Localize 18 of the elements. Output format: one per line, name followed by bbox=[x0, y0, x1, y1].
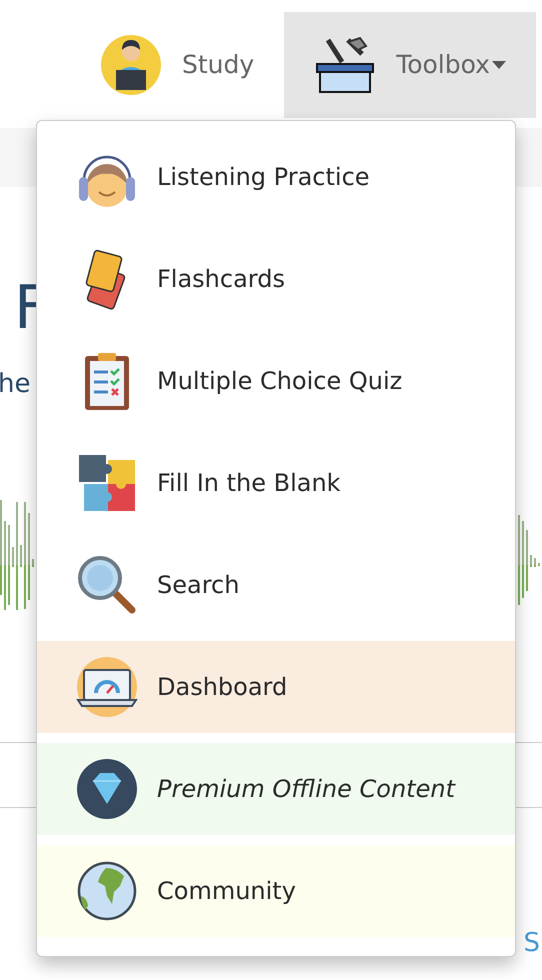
caret-icon bbox=[492, 61, 506, 69]
toolbox-icon bbox=[314, 34, 376, 96]
page-subtitle: he bbox=[0, 368, 30, 400]
menu-item[interactable]: Multiple Choice Quiz bbox=[37, 335, 515, 427]
menu-item[interactable]: Dashboard bbox=[37, 641, 515, 733]
menu-item[interactable]: Search bbox=[37, 539, 515, 631]
nav-tab[interactable]: Toolbox bbox=[284, 12, 536, 118]
globe-icon bbox=[76, 860, 138, 922]
menu-item[interactable]: Community bbox=[37, 845, 515, 937]
nav-tab[interactable]: Study bbox=[70, 12, 284, 118]
puzzle-icon bbox=[76, 452, 138, 514]
magnifier-icon bbox=[76, 554, 138, 616]
menu-item[interactable]: Fill In the Blank bbox=[37, 437, 515, 529]
menu-item[interactable]: Flashcards bbox=[37, 233, 515, 325]
menu-item[interactable]: Premium Offline Content bbox=[37, 743, 515, 835]
reader-avatar-icon bbox=[100, 34, 162, 96]
laptop-gauge-icon bbox=[76, 656, 138, 718]
menu-item[interactable]: Listening Practice bbox=[37, 131, 515, 223]
